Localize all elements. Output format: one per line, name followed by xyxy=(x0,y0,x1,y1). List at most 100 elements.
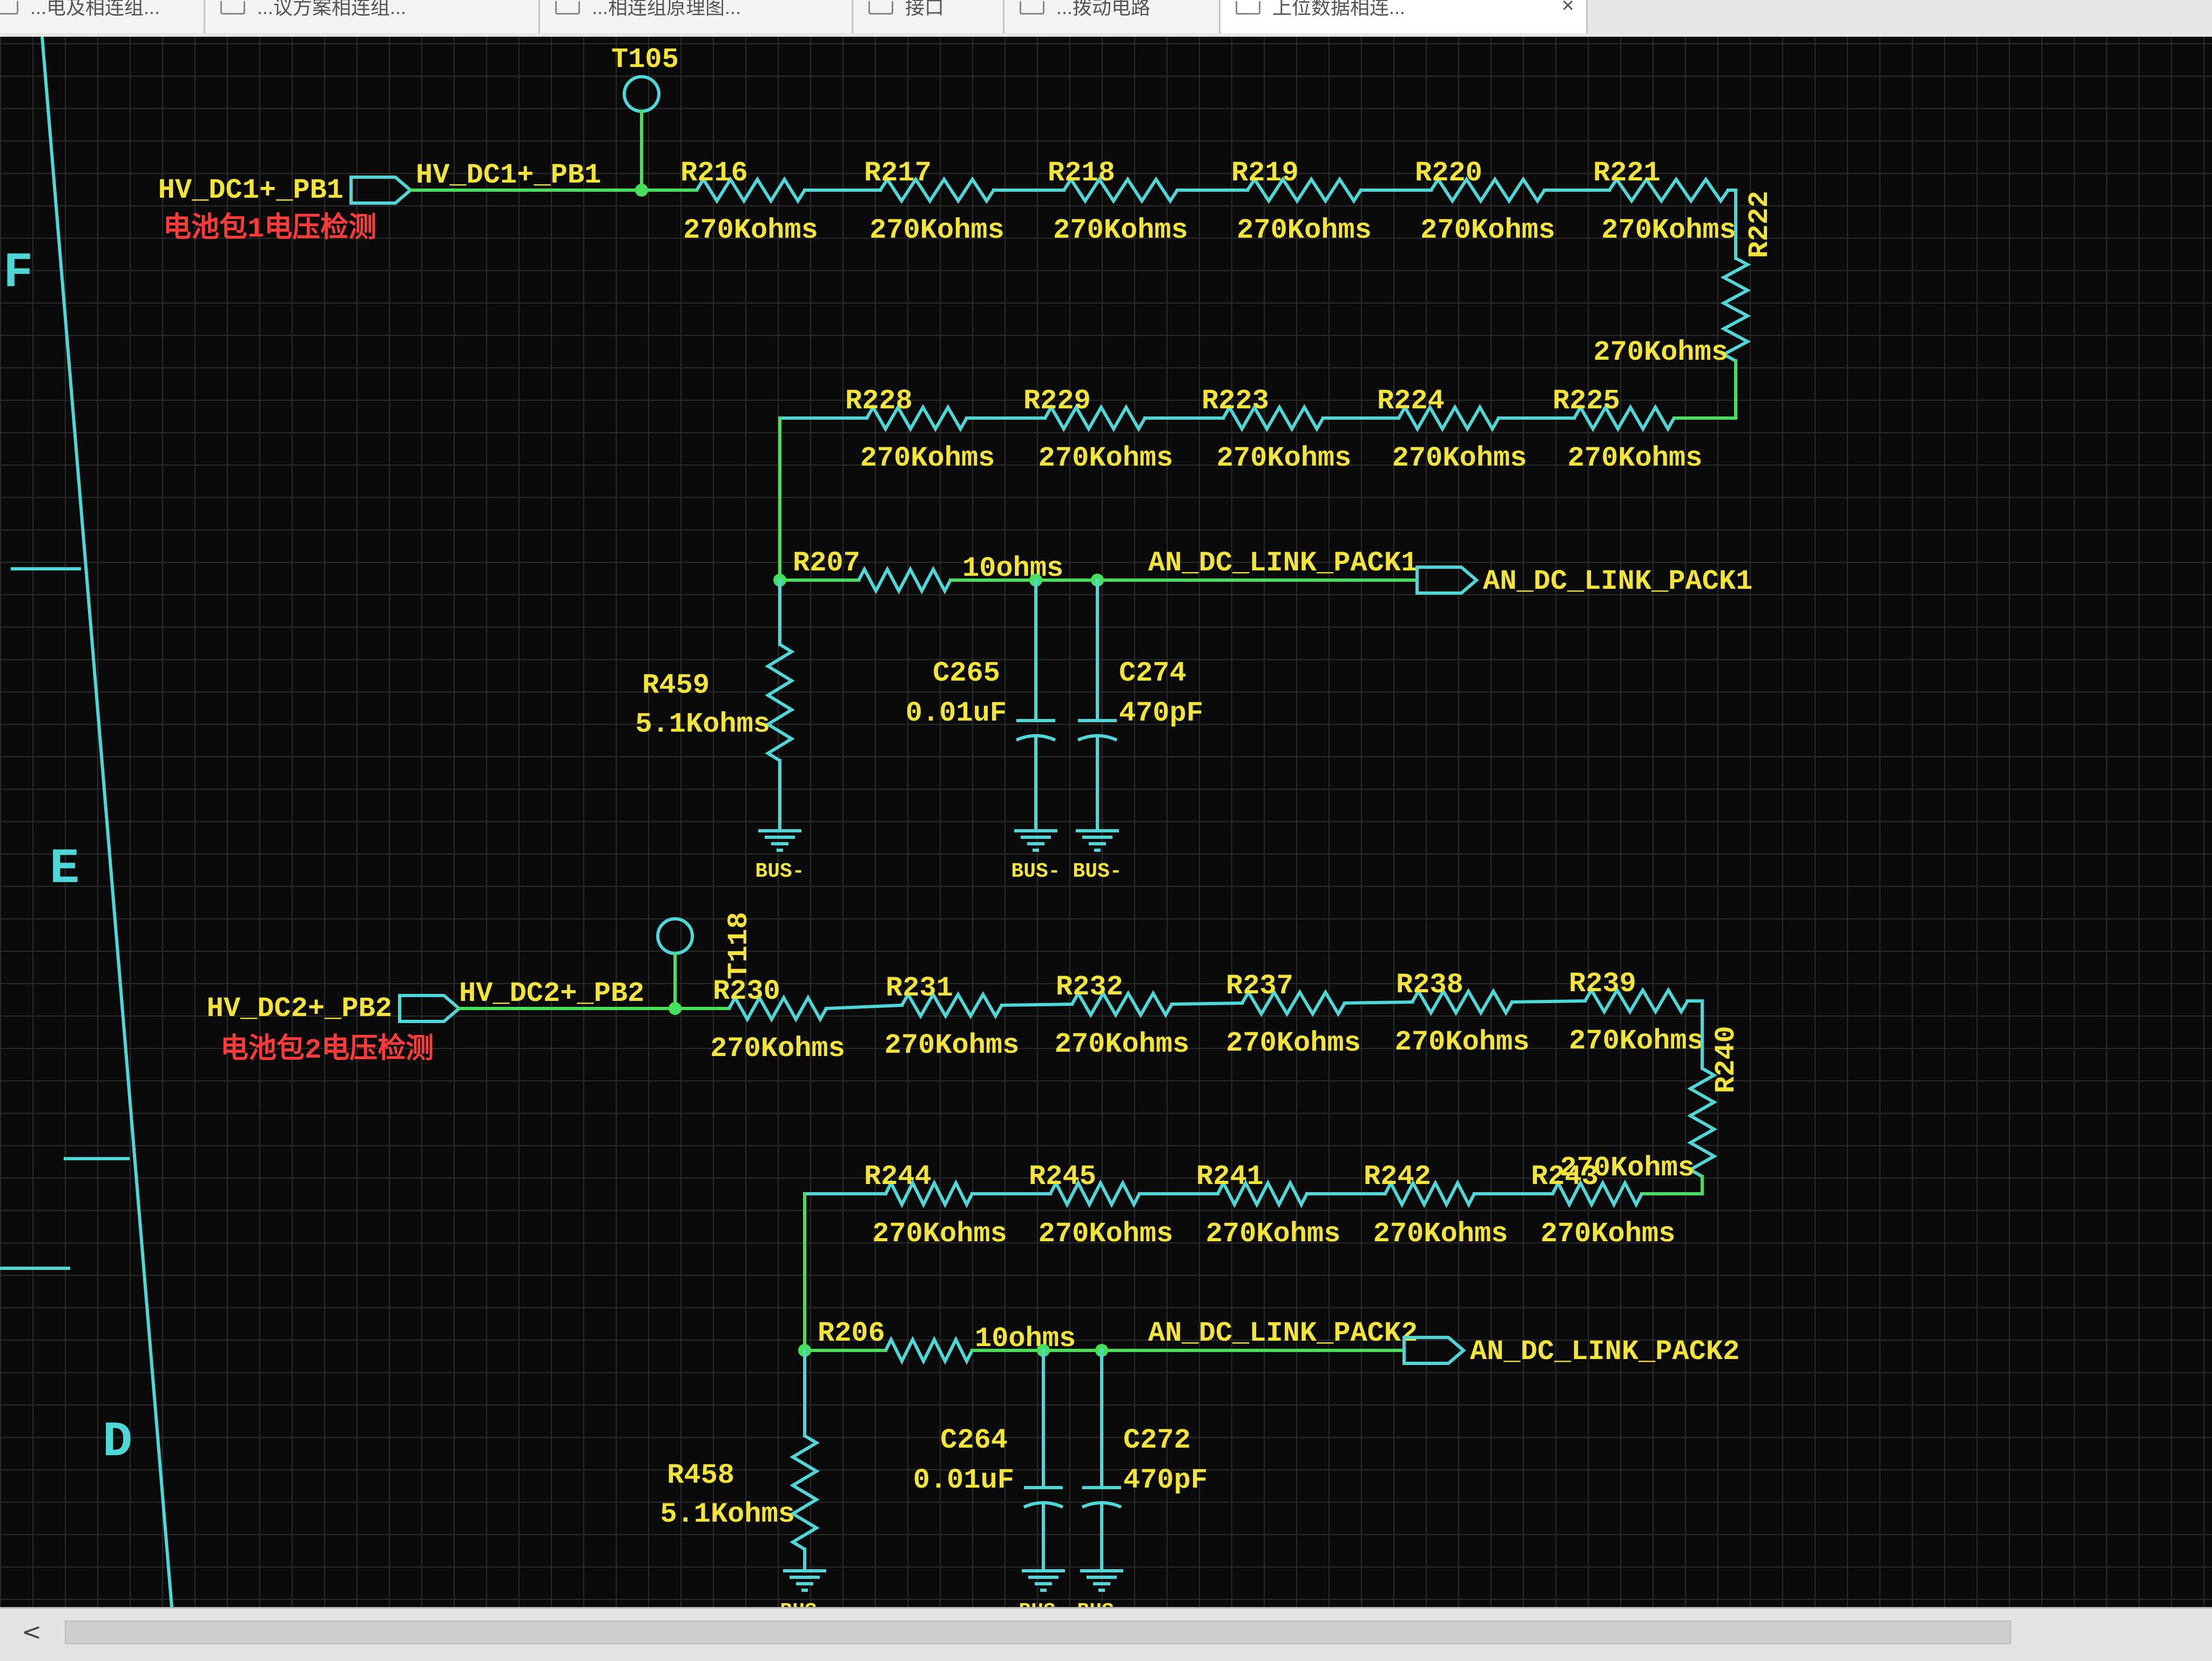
ground-icon xyxy=(1076,829,1119,852)
document-icon xyxy=(220,1,245,15)
document-icon xyxy=(555,1,580,15)
capacitor-value: 0.01uF xyxy=(906,697,1007,729)
capacitor-value: 470pF xyxy=(1119,697,1203,729)
resistor-ref: R243 xyxy=(1531,1161,1599,1193)
ground-net-label: BUS- xyxy=(780,1600,829,1607)
hv-port-label: HV_DC2+_PB2 xyxy=(207,993,392,1025)
ground-net-label: BUS- xyxy=(1011,860,1060,883)
capacitor-ref: C272 xyxy=(1123,1424,1191,1456)
scroll-left-arrow-icon[interactable]: < xyxy=(22,1618,42,1646)
resistor-ref: R217 xyxy=(864,157,932,189)
zone-label-f: F xyxy=(3,245,33,301)
document-tab[interactable]: ...议方案相连组... xyxy=(205,0,540,33)
resistor-value: 270Kohms xyxy=(885,1030,1020,1061)
wire xyxy=(824,1003,904,1011)
resistor-value: 270Kohms xyxy=(872,1218,1007,1250)
hv-port-label: HV_DC1+_PB1 xyxy=(158,174,343,206)
resistor-ref: R229 xyxy=(1023,385,1091,417)
resistor-value: 270Kohms xyxy=(1237,214,1372,246)
resistor-ref: R230 xyxy=(713,976,780,1007)
resistor-ref: R221 xyxy=(1593,157,1661,189)
analog-output-port xyxy=(1415,566,1479,595)
hv-input-port xyxy=(349,176,413,205)
wire xyxy=(1170,1001,1244,1006)
capacitor-ref: C264 xyxy=(940,1424,1008,1456)
resistor-value: 270Kohms xyxy=(1373,1218,1508,1250)
testpoint-label: T118 xyxy=(723,912,755,979)
ground-net-label: BUS- xyxy=(1073,860,1122,883)
document-tab-bar: ...电及相连组... ...议方案相连组... ...相连组原理图... 接口...… xyxy=(0,0,2212,38)
document-tab[interactable]: 上位数据相连... × xyxy=(1220,0,1588,33)
ground-net-label: BUS- xyxy=(1077,1600,1126,1607)
resistor-value: 270Kohms xyxy=(869,214,1004,246)
resistor-ref: R232 xyxy=(1056,971,1123,1003)
resistor-symbol xyxy=(857,566,952,595)
resistor-value: 270Kohms xyxy=(1038,1218,1174,1250)
resistor-symbol xyxy=(790,1434,820,1551)
resistor-value: 270Kohms xyxy=(860,442,995,474)
resistor-value: 5.1Kohms xyxy=(660,1498,795,1530)
net-label: AN_DC_LINK_PACK2 xyxy=(1148,1317,1418,1349)
document-tab[interactable]: ...相连组原理图... xyxy=(540,0,853,33)
resistor-ref: R223 xyxy=(1202,385,1269,417)
ground-icon xyxy=(783,1569,826,1592)
tab-label: 上位数据相连... xyxy=(1272,0,1406,18)
wire xyxy=(1343,1000,1414,1005)
ground-net-label: BUS- xyxy=(755,860,804,883)
capacitor-value: 0.01uF xyxy=(913,1464,1014,1496)
zone-label-e: E xyxy=(50,840,79,897)
capacitor-value: 470pF xyxy=(1123,1464,1208,1496)
resistor-symbol xyxy=(884,1336,974,1365)
ground-icon xyxy=(1022,1569,1065,1592)
resistor-value: 270Kohms xyxy=(1568,442,1703,474)
document-icon xyxy=(1236,1,1260,15)
resistor-ref: R238 xyxy=(1396,969,1464,1001)
capacitor-ref: C274 xyxy=(1119,657,1186,689)
tab-label: ...相连组原理图... xyxy=(592,0,741,18)
resistor-value: 270Kohms xyxy=(1055,1028,1190,1060)
schematic-canvas[interactable]: F E D T105 HV_DC1+_PB1 电池包1电压检测 HV_DC1+_PB1 R2… xyxy=(0,37,2212,1607)
tab-label: ...议方案相连组... xyxy=(257,0,407,18)
resistor-ref: R245 xyxy=(1029,1161,1096,1193)
tab-label: ...电及相连组... xyxy=(30,0,160,18)
resistor-ref: R207 xyxy=(793,547,860,579)
resistor-ref: R219 xyxy=(1231,157,1299,189)
resistor-value: 5.1Kohms xyxy=(635,709,770,741)
resistor-symbol xyxy=(765,643,795,762)
wire xyxy=(1510,999,1587,1004)
testpoint-icon xyxy=(623,75,660,113)
resistor-value: 270Kohms xyxy=(1420,214,1555,246)
resistor-ref: R216 xyxy=(680,157,748,189)
capacitor-ref: C265 xyxy=(933,657,1000,689)
resistor-ref: R459 xyxy=(642,670,710,702)
resistor-value: 270Kohms xyxy=(1038,442,1174,474)
output-port-label: AN_DC_LINK_PACK2 xyxy=(1470,1336,1739,1368)
horizontal-scrollbar[interactable]: < xyxy=(0,1607,2212,1661)
testpoint-label: T105 xyxy=(611,44,679,76)
resistor-ref: R237 xyxy=(1226,970,1293,1002)
resistor-value: 270Kohms xyxy=(1569,1025,1704,1057)
net-label: AN_DC_LINK_PACK1 xyxy=(1148,547,1418,579)
document-tab[interactable]: ...电及相连组... xyxy=(0,0,205,33)
resistor-ref: R458 xyxy=(667,1460,734,1491)
document-tab[interactable]: 接口 xyxy=(853,0,1004,33)
close-tab-icon[interactable]: × xyxy=(1562,0,1574,16)
resistor-value: 270Kohms xyxy=(1395,1026,1530,1058)
resistor-value: 270Kohms xyxy=(1226,1027,1361,1059)
document-icon xyxy=(868,1,893,15)
resistor-ref: R240 xyxy=(1710,1026,1742,1093)
resistor-ref: R224 xyxy=(1377,385,1445,417)
tab-label: 接口 xyxy=(905,0,945,18)
resistor-value: 270Kohms xyxy=(1392,442,1527,474)
sheet-border-line xyxy=(41,37,173,1607)
resistor-ref: R244 xyxy=(864,1161,932,1193)
document-icon xyxy=(0,1,18,15)
comment-text: 电池包2电压检测 xyxy=(220,1033,434,1066)
scrollbar-thumb[interactable] xyxy=(65,1620,2011,1644)
ground-net-label: BUS- xyxy=(1019,1600,1068,1607)
resistor-value: 270Kohms xyxy=(1601,214,1736,246)
resistor-ref: R241 xyxy=(1196,1161,1264,1193)
resistor-ref: R225 xyxy=(1553,385,1620,417)
document-tab[interactable]: ...拨动电路 xyxy=(1004,0,1220,33)
resistor-value: 270Kohms xyxy=(1593,337,1728,368)
